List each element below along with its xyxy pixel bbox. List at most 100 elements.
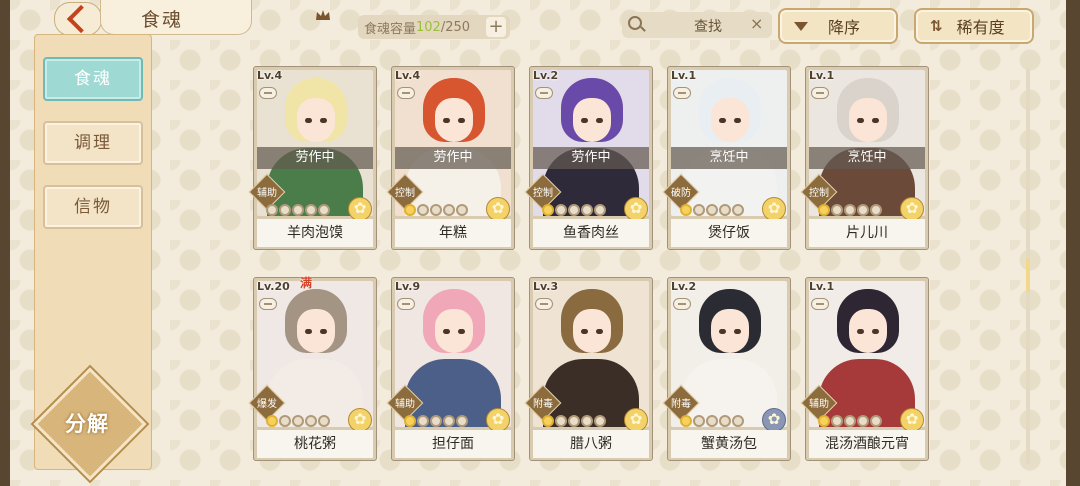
- left-border: [0, 0, 10, 486]
- sidebar-item-token[interactable]: 信物: [43, 185, 143, 229]
- role-label: 附毒: [533, 399, 553, 410]
- level-label: Lv.1: [809, 69, 835, 82]
- back-button[interactable]: [54, 2, 102, 36]
- star-icon: [292, 415, 304, 427]
- star-icon: [430, 415, 442, 427]
- food-soul-card[interactable]: Lv.2 附毒 ✿ 蟹黄汤包: [662, 277, 791, 461]
- search-field[interactable]: 查找 ×: [622, 12, 772, 38]
- role-label: 控制: [395, 188, 415, 199]
- star-icon: [844, 415, 856, 427]
- sort-rarity-button[interactable]: ⇅ 稀有度: [914, 8, 1034, 44]
- star-icon: [818, 204, 830, 216]
- star-icon: [443, 415, 455, 427]
- star-icon: [857, 204, 869, 216]
- character-name: 煲仔饭: [671, 219, 787, 247]
- role-label: 控制: [809, 188, 829, 199]
- level-label: Lv.3: [533, 280, 559, 293]
- star-icon: [318, 204, 330, 216]
- food-soul-card[interactable]: Lv.9 辅助 ✿ 担仔面: [386, 277, 515, 461]
- star-icon: [404, 204, 416, 216]
- level-label: Lv.20: [257, 280, 290, 293]
- food-soul-card[interactable]: Lv.1 辅助 ✿ 混汤酒酿元宵: [800, 277, 929, 461]
- add-capacity-button[interactable]: +: [486, 17, 506, 37]
- sort-order-label: 降序: [828, 18, 861, 37]
- lock-toggle-icon[interactable]: [259, 87, 277, 99]
- lock-toggle-icon[interactable]: [535, 87, 553, 99]
- capacity-label: 食魂容量: [364, 21, 417, 37]
- status-badge: 劳作中: [257, 147, 373, 169]
- food-soul-card[interactable]: Lv.2 劳作中 控制 ✿ 鱼香肉丝: [524, 66, 653, 250]
- character-name: 蟹黄汤包: [671, 430, 787, 458]
- star-icon: [456, 204, 468, 216]
- star-icon: [456, 415, 468, 427]
- title-tab: 食魂: [100, 0, 330, 35]
- capacity-total: /250: [440, 19, 471, 35]
- star-icon: [732, 204, 744, 216]
- star-icon: [706, 204, 718, 216]
- role-label: 附毒: [671, 399, 691, 410]
- star-icon: [555, 415, 567, 427]
- sort-order-button[interactable]: 降序: [778, 8, 898, 44]
- role-label: 辅助: [395, 399, 415, 410]
- star-icon: [266, 415, 278, 427]
- star-rating: [404, 204, 468, 216]
- rarity-flower-icon: ✿: [348, 197, 372, 221]
- star-icon: [568, 415, 580, 427]
- rarity-flower-icon: ✿: [762, 408, 786, 432]
- lock-toggle-icon[interactable]: [673, 87, 691, 99]
- star-icon: [870, 204, 882, 216]
- lock-toggle-icon[interactable]: [811, 298, 829, 310]
- star-icon: [831, 415, 843, 427]
- rarity-flower-icon: ✿: [348, 408, 372, 432]
- star-icon: [443, 204, 455, 216]
- back-arrow-icon: [66, 4, 96, 34]
- food-soul-card[interactable]: Lv.20 满爆发 ✿ 桃花粥: [248, 276, 377, 461]
- star-icon: [594, 415, 606, 427]
- scrollbar-thumb[interactable]: [1026, 258, 1030, 292]
- star-rating: [542, 415, 606, 427]
- character-name: 担仔面: [395, 430, 511, 458]
- lock-toggle-icon[interactable]: [673, 298, 691, 310]
- sidebar-item-conditioning[interactable]: 调理: [43, 121, 143, 165]
- rarity-flower-icon: ✿: [486, 197, 510, 221]
- rarity-flower-icon: ✿: [762, 197, 786, 221]
- lock-toggle-icon[interactable]: [811, 87, 829, 99]
- level-label: Lv.4: [257, 69, 283, 82]
- character-name: 腊八粥: [533, 430, 649, 458]
- level-label: Lv.1: [809, 280, 835, 293]
- star-icon: [542, 415, 554, 427]
- clear-icon[interactable]: ×: [750, 14, 763, 33]
- lock-toggle-icon[interactable]: [397, 87, 415, 99]
- status-badge: 烹饪中: [671, 147, 787, 169]
- rarity-flower-icon: ✿: [624, 408, 648, 432]
- star-icon: [844, 204, 856, 216]
- star-icon: [417, 415, 429, 427]
- food-soul-card[interactable]: Lv.4 劳作中 辅助 ✿ 羊肉泡馍: [248, 66, 377, 250]
- lock-toggle-icon[interactable]: [397, 298, 415, 310]
- star-icon: [594, 204, 606, 216]
- character-name: 鱼香肉丝: [533, 219, 649, 247]
- max-level-tag: 满: [300, 276, 313, 290]
- star-icon: [305, 204, 317, 216]
- sidebar-item-food-soul[interactable]: 食魂: [43, 57, 143, 101]
- lock-toggle-icon[interactable]: [259, 298, 277, 310]
- star-rating: [818, 204, 882, 216]
- star-icon: [732, 415, 744, 427]
- character-name: 混汤酒酿元宵: [809, 430, 925, 458]
- sort-arrows-icon: ⇅: [930, 17, 943, 35]
- lock-toggle-icon[interactable]: [535, 298, 553, 310]
- food-soul-card[interactable]: Lv.1 烹饪中 控制 ✿ 片儿川: [800, 66, 929, 250]
- star-icon: [555, 204, 567, 216]
- crown-icon: [316, 10, 330, 20]
- food-soul-card[interactable]: Lv.4 劳作中 控制 ✿ 年糕: [386, 66, 515, 250]
- star-icon: [857, 415, 869, 427]
- food-soul-card[interactable]: Lv.3 附毒 ✿ 腊八粥: [524, 277, 653, 461]
- character-name: 年糕: [395, 219, 511, 247]
- star-rating: [266, 415, 330, 427]
- food-soul-card[interactable]: Lv.1 烹饪中 破防 ✿ 煲仔饭: [662, 66, 791, 250]
- status-badge: 劳作中: [533, 147, 649, 169]
- star-icon: [680, 415, 692, 427]
- star-rating: [680, 415, 744, 427]
- scrollbar[interactable]: [1026, 68, 1030, 464]
- star-icon: [719, 204, 731, 216]
